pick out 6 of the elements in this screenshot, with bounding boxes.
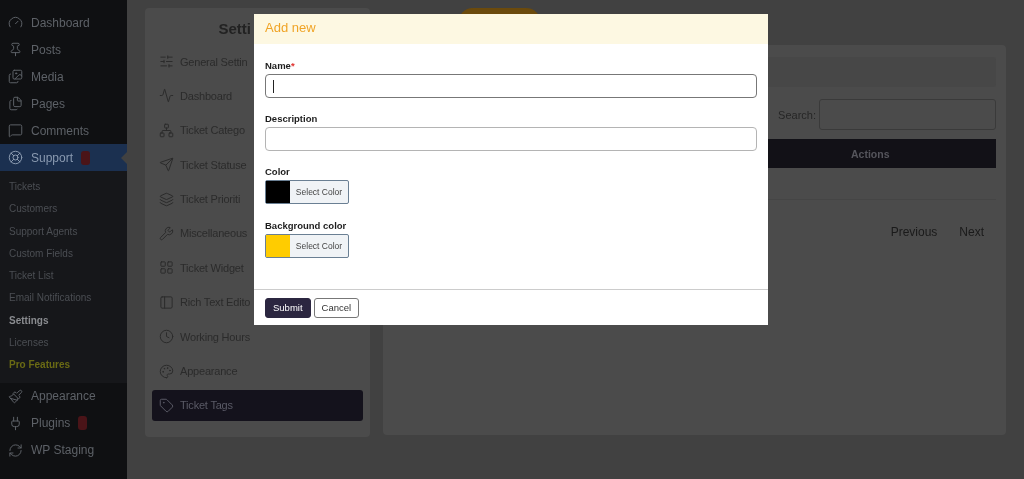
field-label: Background color — [265, 220, 348, 231]
field-label: Color — [265, 166, 291, 177]
field-label: Description — [265, 113, 319, 124]
column-header: Actions — [850, 147, 891, 160]
field-label: Name* — [265, 60, 296, 71]
dialog-title: Add new — [254, 14, 768, 44]
